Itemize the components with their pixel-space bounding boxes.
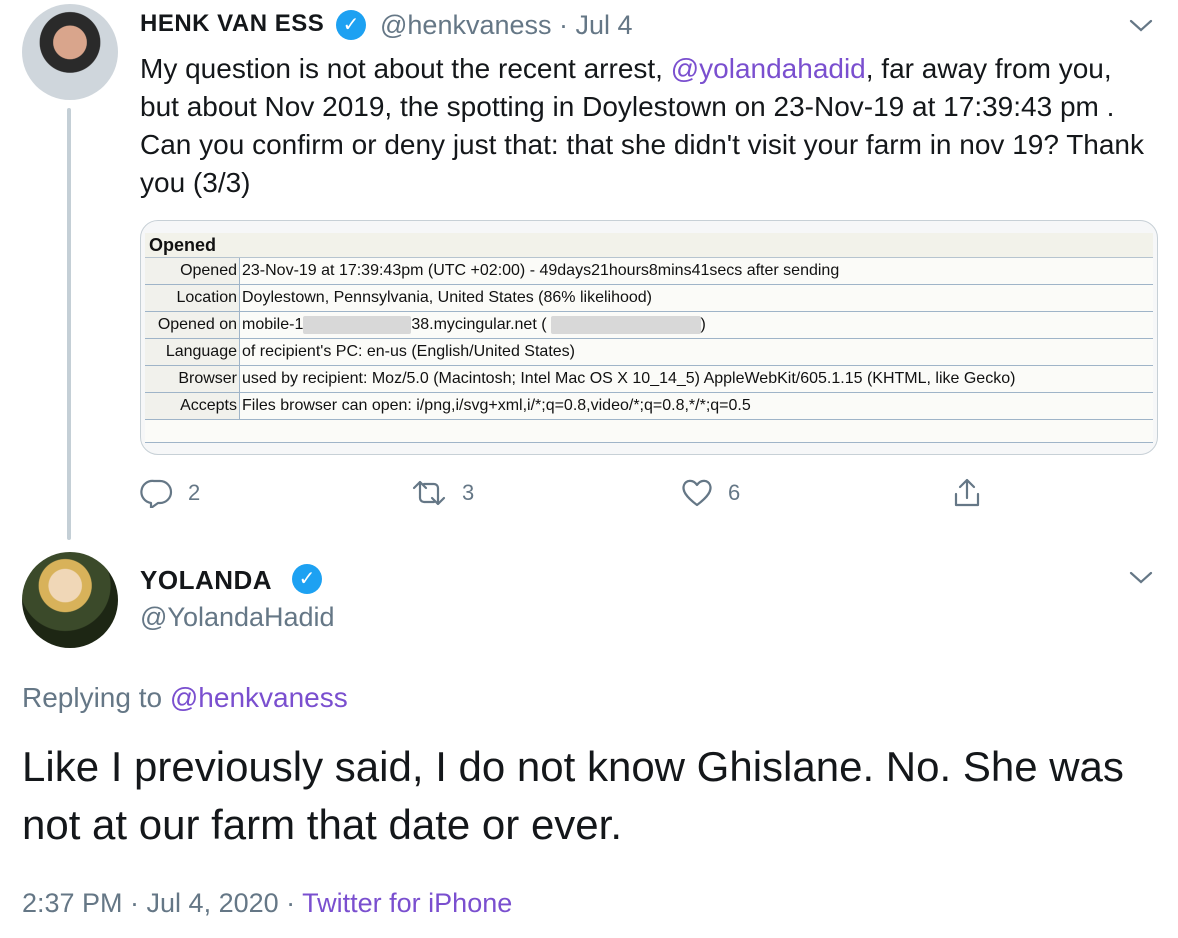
replying-to: Replying to @henkvaness — [22, 682, 348, 714]
row-value: Files browser can open: i/png,i/svg+xml,… — [242, 397, 751, 414]
row-key: Opened — [145, 258, 240, 284]
row-value: 23-Nov-19 at 17:39:43pm (UTC +02:00) - 4… — [242, 262, 840, 279]
mention-link[interactable]: @yolandahadid — [671, 53, 866, 84]
table-row: Language of recipient's PC: en-us (Engli… — [145, 339, 1153, 366]
tweet-image[interactable]: Opened Opened 23-Nov-19 at 17:39:43pm (U… — [140, 220, 1158, 455]
redaction-bar — [550, 315, 701, 334]
row-key: Browser — [145, 366, 240, 392]
author-handle[interactable]: @henkvaness — [380, 10, 552, 40]
chevron-down-icon[interactable] — [1127, 566, 1155, 588]
like-icon — [682, 479, 712, 507]
tweet-meta: 2:37 PM · Jul 4, 2020 · Twitter for iPho… — [22, 888, 512, 919]
share-icon — [954, 478, 980, 507]
retweet-icon — [412, 480, 446, 506]
table-row: Accepts Files browser can open: i/png,i/… — [145, 393, 1153, 420]
row-value: used by recipient: Moz/5.0 (Macintosh; I… — [242, 370, 1016, 387]
reply-count: 2 — [188, 480, 201, 505]
table-row: Opened on mobile-1 38.mycingular.net () — [145, 312, 1153, 339]
verified-badge-icon: ✓ — [292, 564, 322, 594]
tweet-source-link[interactable]: Twitter for iPhone — [302, 888, 512, 918]
row-value-part: 38.mycingular.net ( — [411, 316, 547, 333]
replying-mention-link[interactable]: @henkvaness — [170, 682, 348, 713]
replying-label: Replying to — [22, 682, 170, 713]
row-value: mobile-1 38.mycingular.net () — [240, 312, 706, 338]
tracking-table: Opened Opened 23-Nov-19 at 17:39:43pm (U… — [145, 233, 1153, 443]
tweet-timestamp[interactable]: 2:37 PM · Jul 4, 2020 · — [22, 888, 302, 918]
row-key: Opened on — [145, 312, 240, 338]
thread-line — [67, 108, 71, 540]
retweet-button[interactable]: 3 — [410, 478, 474, 508]
row-key: Location — [145, 285, 240, 311]
redaction-bar — [303, 315, 412, 334]
tweet-text: My question is not about the recent arre… — [140, 50, 1150, 202]
avatar-henk[interactable] — [22, 4, 118, 100]
row-key: Accepts — [145, 393, 240, 419]
table-header: Opened — [145, 233, 1153, 258]
reply-icon — [140, 479, 173, 508]
chevron-down-icon[interactable] — [1127, 14, 1155, 36]
table-row: Browser used by recipient: Moz/5.0 (Maci… — [145, 366, 1153, 393]
verified-badge-icon: ✓ — [336, 10, 366, 40]
table-row: Opened 23-Nov-19 at 17:39:43pm (UTC +02:… — [145, 258, 1153, 285]
row-value: Doylestown, Pennsylvania, United States … — [242, 289, 652, 306]
row-key: Language — [145, 339, 240, 365]
row-value: of recipient's PC: en-us (English/United… — [242, 343, 575, 360]
row-value-part: ) — [700, 316, 706, 333]
tweet-text: Like I previously said, I do not know Gh… — [22, 743, 1124, 848]
tweet-text-part: My question is not about the recent arre… — [140, 53, 671, 84]
like-button[interactable]: 6 — [680, 478, 740, 508]
row-value-part: mobile-1 — [242, 316, 304, 333]
author-handle[interactable]: @YolandaHadid — [140, 602, 335, 633]
share-button[interactable] — [950, 476, 998, 510]
like-count: 6 — [728, 480, 741, 505]
reply-button[interactable]: 2 — [140, 478, 200, 508]
author-handle-date[interactable]: @henkvaness · Jul 4 — [380, 10, 633, 41]
table-row: Location Doylestown, Pennsylvania, Unite… — [145, 285, 1153, 312]
author-name[interactable]: HENK VAN ESS — [140, 10, 324, 38]
author-name[interactable]: YOLANDA — [140, 565, 272, 596]
table-empty-row — [145, 420, 1153, 443]
avatar-yolanda[interactable] — [22, 552, 118, 648]
tweet-date[interactable]: · Jul 4 — [559, 10, 633, 40]
retweet-count: 3 — [462, 480, 475, 505]
